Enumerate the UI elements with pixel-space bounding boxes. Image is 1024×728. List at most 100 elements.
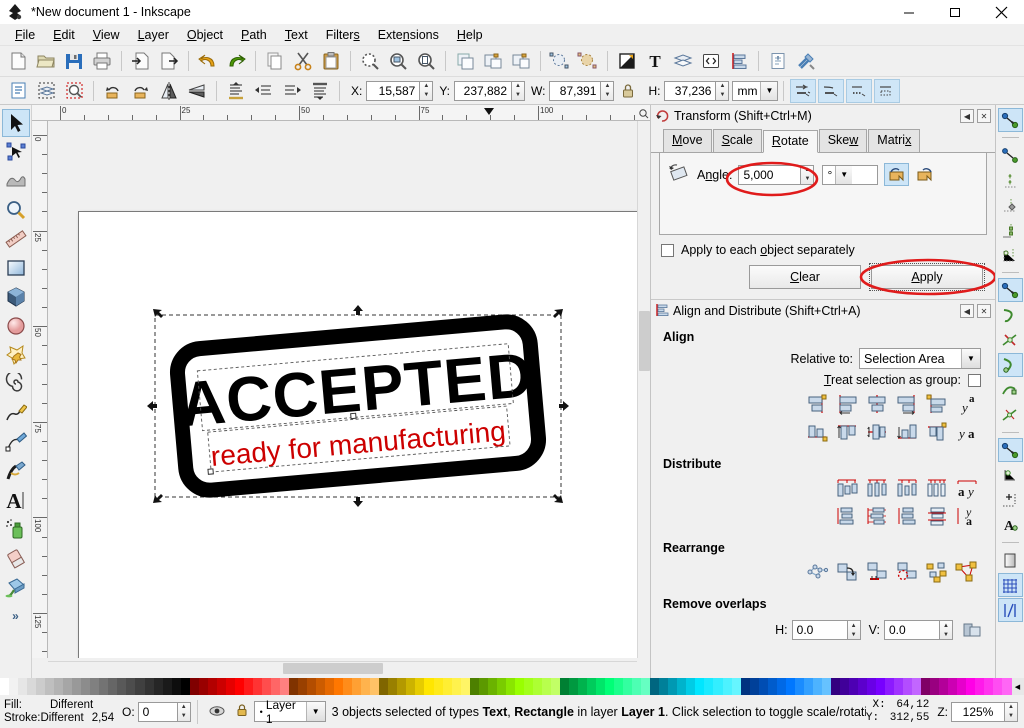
palette-swatch[interactable] xyxy=(18,678,27,695)
palette-swatch[interactable] xyxy=(759,678,768,695)
palette-swatch[interactable] xyxy=(686,678,695,695)
snap-nodes-paths-button[interactable] xyxy=(998,278,1023,302)
palette-swatch[interactable] xyxy=(415,678,424,695)
palette-scroll-right-icon[interactable]: ◀ xyxy=(1012,678,1024,695)
palette-swatch[interactable] xyxy=(235,678,244,695)
affect-gradients-icon[interactable] xyxy=(846,79,872,103)
distribute-centers-vertically-icon[interactable] xyxy=(863,503,891,529)
transform-collapse-icon[interactable]: ◀ xyxy=(960,109,974,123)
ungroup-icon[interactable] xyxy=(508,48,534,74)
palette-swatch[interactable] xyxy=(461,678,470,695)
raise-icon[interactable] xyxy=(251,78,277,104)
tab-rotate[interactable]: Rotate xyxy=(763,130,818,153)
chevron-down-icon[interactable]: ▼ xyxy=(306,702,325,721)
bezier-pen-tool[interactable] xyxy=(2,428,30,456)
tab-scale[interactable]: Scale xyxy=(713,129,762,152)
align-right-edges-to-left-anchor-icon[interactable] xyxy=(803,391,831,417)
palette-swatch[interactable] xyxy=(379,678,388,695)
distribute-top-edges-icon[interactable] xyxy=(833,503,861,529)
palette-swatch[interactable] xyxy=(894,678,903,695)
snap-bounding-boxes-button[interactable] xyxy=(998,143,1023,167)
palette-swatch[interactable] xyxy=(154,678,163,695)
menu-layer[interactable]: Layer xyxy=(129,26,178,44)
w-input[interactable]: 87,391 xyxy=(549,81,601,101)
canvas-vertical-scrollbar[interactable] xyxy=(637,121,650,658)
palette-swatch[interactable] xyxy=(939,678,948,695)
palette-swatch[interactable] xyxy=(677,678,686,695)
palette-swatch[interactable] xyxy=(695,678,704,695)
menu-file[interactable]: File xyxy=(6,26,44,44)
align-distribute-icon[interactable] xyxy=(726,48,752,74)
text-and-font-icon[interactable]: T xyxy=(642,48,668,74)
palette-swatch[interactable] xyxy=(605,678,614,695)
palette-swatch[interactable] xyxy=(524,678,533,695)
xml-editor-icon[interactable] xyxy=(698,48,724,74)
open-document-icon[interactable] xyxy=(33,48,59,74)
align-bottom-edges-icon[interactable] xyxy=(893,419,921,445)
palette-swatch[interactable] xyxy=(957,678,966,695)
spray-tool[interactable] xyxy=(2,515,30,543)
palette-swatch[interactable] xyxy=(370,678,379,695)
palette-swatch[interactable] xyxy=(172,678,181,695)
apply-button[interactable]: Apply xyxy=(871,265,983,289)
redo-icon[interactable] xyxy=(223,48,249,74)
tab-move[interactable]: Move xyxy=(663,129,712,152)
zoom-tool[interactable] xyxy=(2,196,30,224)
fill-row[interactable]: Fill: Different xyxy=(4,699,114,712)
palette-swatch[interactable] xyxy=(181,678,190,695)
snap-others-button[interactable] xyxy=(998,438,1023,462)
canvas-viewport[interactable]: ACCEPTED ready for manufacturing xyxy=(48,121,637,658)
preferences-icon[interactable] xyxy=(793,48,819,74)
rotate-counterclockwise-icon[interactable] xyxy=(884,163,909,186)
save-document-icon[interactable] xyxy=(61,48,87,74)
snap-to-paths-button[interactable] xyxy=(998,303,1023,327)
palette-swatch[interactable] xyxy=(81,678,90,695)
calligraphy-tool[interactable] xyxy=(2,457,30,485)
color-palette[interactable]: ◀ xyxy=(0,678,1024,695)
palette-swatch[interactable] xyxy=(632,678,641,695)
palette-swatch[interactable] xyxy=(795,678,804,695)
tweak-tool[interactable] xyxy=(2,167,30,195)
rotate-ccw-90-icon[interactable] xyxy=(100,78,126,104)
randomize-positions-icon[interactable] xyxy=(923,559,951,585)
palette-swatch[interactable] xyxy=(885,678,894,695)
palette-swatch[interactable] xyxy=(488,678,497,695)
palette-swatch[interactable] xyxy=(45,678,54,695)
chevron-down-icon[interactable]: ▼ xyxy=(961,349,980,368)
menu-filters[interactable]: Filters xyxy=(317,26,369,44)
palette-swatch[interactable] xyxy=(497,678,506,695)
palette-swatch[interactable] xyxy=(912,678,921,695)
menu-path[interactable]: Path xyxy=(232,26,276,44)
snap-bbox-edges-button[interactable] xyxy=(998,168,1023,192)
pencil-tool[interactable] xyxy=(2,399,30,427)
unclump-icon[interactable] xyxy=(953,559,981,585)
palette-swatch[interactable] xyxy=(280,678,289,695)
palette-swatch[interactable] xyxy=(542,678,551,695)
palette-swatch[interactable] xyxy=(9,678,18,695)
select-all-icon[interactable] xyxy=(5,78,31,104)
snap-to-cusp-nodes-button[interactable] xyxy=(998,353,1023,377)
palette-swatch[interactable] xyxy=(208,678,217,695)
palette-swatch[interactable] xyxy=(786,678,795,695)
palette-swatch[interactable] xyxy=(470,678,479,695)
palette-swatch[interactable] xyxy=(641,678,650,695)
exchange-positions-clockwise-icon[interactable] xyxy=(893,559,921,585)
lock-layer-icon[interactable] xyxy=(235,703,249,720)
apply-each-object-checkbox[interactable] xyxy=(661,244,674,257)
layers-icon[interactable] xyxy=(670,48,696,74)
maximize-button[interactable] xyxy=(932,0,978,24)
w-spinner[interactable]: ▲▼ xyxy=(601,81,614,101)
snap-midpoints-line-segments-button[interactable] xyxy=(998,403,1023,427)
treat-as-group-checkbox[interactable] xyxy=(968,374,981,387)
palette-swatch[interactable] xyxy=(108,678,117,695)
palette-swatch[interactable] xyxy=(99,678,108,695)
flip-horizontal-icon[interactable] xyxy=(156,78,182,104)
select-all-layers-icon[interactable] xyxy=(33,78,59,104)
palette-swatch[interactable] xyxy=(244,678,253,695)
y-input[interactable]: 237,882 xyxy=(454,81,512,101)
angle-input[interactable]: 5,000 xyxy=(738,165,801,185)
palette-swatch[interactable] xyxy=(226,678,235,695)
x-input[interactable]: 15,587 xyxy=(366,81,420,101)
palette-swatch[interactable] xyxy=(569,678,578,695)
palette-swatch[interactable] xyxy=(190,678,199,695)
